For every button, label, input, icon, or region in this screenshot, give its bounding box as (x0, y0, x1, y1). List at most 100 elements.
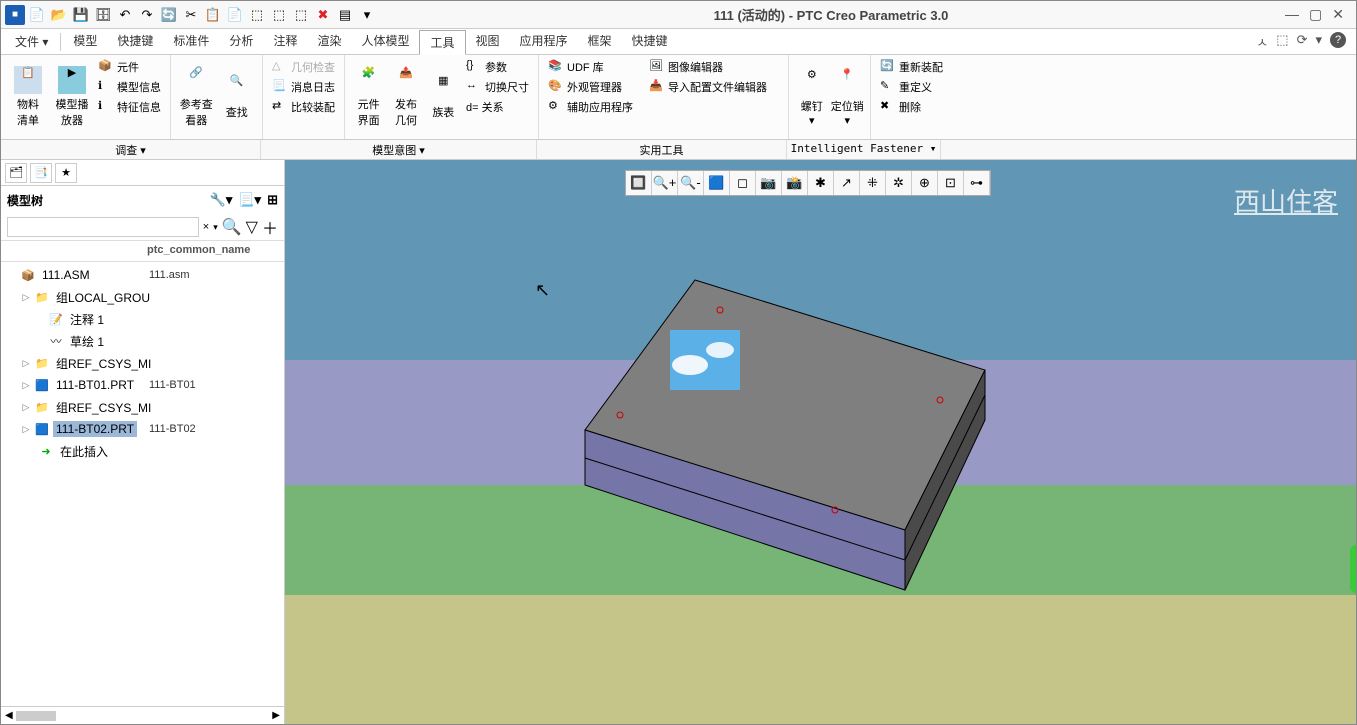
model-info-button[interactable]: ℹ模型信息 (95, 78, 164, 96)
cut-icon[interactable]: ✂ (181, 5, 201, 25)
relations-button[interactable]: d= 关系 (463, 98, 532, 116)
add-icon[interactable]: ＋ (262, 215, 278, 239)
tree-search-input[interactable] (7, 217, 199, 237)
help-icon[interactable]: ? (1330, 32, 1346, 48)
copy-icon[interactable]: 📋 (203, 5, 223, 25)
screw-button[interactable]: ⚙螺钉▾ (795, 58, 829, 136)
switch-size-button[interactable]: ↔切换尺寸 (463, 78, 532, 96)
find-button[interactable]: 🔍查找 (218, 58, 257, 136)
spin-center-icon[interactable]: ⊡ (938, 171, 964, 195)
annotation-icon[interactable]: ⊕ (912, 171, 938, 195)
tab-标准件[interactable]: 标准件 (163, 29, 219, 54)
layer-tab[interactable]: 📑 (30, 163, 52, 183)
fav-tab[interactable]: ★ (55, 163, 77, 183)
saved-views-icon[interactable]: 📷 (756, 171, 782, 195)
datum-axis-icon[interactable]: ↗ (834, 171, 860, 195)
feature-info-button[interactable]: ℹ特征信息 (95, 98, 164, 116)
ref-viewer-button[interactable]: 🔗参考查 看器 (177, 58, 216, 136)
publish-geom-button[interactable]: 📤发布 几何 (388, 58, 423, 136)
zoom-in-icon[interactable]: 🔍+ (652, 171, 678, 195)
tree-node[interactable]: ▷📁组REF_CSYS_MI (1, 396, 284, 418)
tab-快捷键[interactable]: 快捷键 (107, 29, 163, 54)
scroll-right-icon[interactable]: ▶ (272, 710, 280, 721)
import-config-button[interactable]: 📥导入配置文件编辑器 (646, 78, 770, 96)
minimize-icon[interactable]: — (1285, 6, 1299, 23)
tree-node[interactable]: ▷🟦111-BT01.PRT111-BT01 (1, 374, 284, 396)
tree-node[interactable]: ▷🟦111-BT02.PRT111-BT02 (1, 418, 284, 440)
tab-人体模型[interactable]: 人体模型 (351, 29, 419, 54)
new-icon[interactable]: 📄 (27, 5, 47, 25)
tree-columns-icon[interactable]: ⊞ (267, 192, 278, 208)
dropdown-icon[interactable]: ▾ (213, 222, 218, 233)
pin-button[interactable]: 📍定位销▾ (831, 58, 865, 136)
tree-node[interactable]: ▷📁组LOCAL_GROU (1, 286, 284, 308)
datum-plane-icon[interactable]: ✱ (808, 171, 834, 195)
dropdown-icon[interactable]: ▾ (357, 5, 377, 25)
ribbon-group-label[interactable]: Intelligent Fastener ▾ (787, 140, 941, 159)
zoom-fit-icon[interactable]: 🔲 (626, 171, 652, 195)
view-mgr-icon[interactable]: 📸 (782, 171, 808, 195)
tab-分析[interactable]: 分析 (219, 29, 263, 54)
ribbon-group-label[interactable]: 实用工具 (537, 140, 787, 159)
open-icon[interactable]: 📂 (49, 5, 69, 25)
collapse-ribbon-icon[interactable]: ㅅ (1256, 32, 1268, 51)
save-all-icon[interactable]: 🗄 (93, 5, 113, 25)
appearance-mgr-button[interactable]: 🎨外观管理器 (545, 78, 636, 96)
tab-工具[interactable]: 工具 (419, 30, 465, 55)
close-icon[interactable]: ✕ (1332, 6, 1344, 23)
insert-here[interactable]: ➜在此插入 (1, 440, 284, 462)
tab-框架[interactable]: 框架 (578, 29, 622, 54)
toolbar-icon[interactable]: ⬚ (247, 5, 267, 25)
csys-icon[interactable]: ✲ (886, 171, 912, 195)
geom-check-button[interactable]: △几何检查 (269, 58, 338, 76)
tab-快捷键[interactable]: 快捷键 (622, 29, 678, 54)
filter-icon[interactable]: ▽ (246, 217, 258, 237)
side-handle[interactable] (1350, 545, 1356, 593)
redefine-button[interactable]: ✎重定义 (877, 78, 955, 96)
component-button[interactable]: 📦元件 (95, 58, 164, 76)
repaint-icon[interactable]: 🟦 (704, 171, 730, 195)
options-icon[interactable]: ⬚ (1276, 32, 1288, 51)
refresh-icon[interactable]: ⟳ (1297, 32, 1308, 51)
tree-node[interactable]: 📦111.ASM111.asm (1, 264, 284, 286)
binoculars-icon[interactable]: 🔍 (222, 217, 242, 237)
undo-icon[interactable]: ↶ (115, 5, 135, 25)
params-button[interactable]: {}参数 (463, 58, 532, 76)
options-icon[interactable]: ⊶ (964, 171, 990, 195)
tab-视图[interactable]: 视图 (466, 29, 510, 54)
regen-icon[interactable]: 🔄 (159, 5, 179, 25)
3d-viewport[interactable]: 🔲 🔍+ 🔍- 🟦 ◻ 📷 📸 ✱ ↗ ⁜ ✲ ⊕ ⊡ ⊶ 西山住客 (285, 160, 1356, 724)
tab-应用程序[interactable]: 应用程序 (510, 29, 578, 54)
maximize-icon[interactable]: ▢ (1309, 6, 1322, 23)
clear-icon[interactable]: × (203, 221, 209, 233)
save-icon[interactable]: 💾 (71, 5, 91, 25)
tab-渲染[interactable]: 渲染 (307, 29, 351, 54)
tab-注释[interactable]: 注释 (263, 29, 307, 54)
ribbon-group-label[interactable]: 调查 ▾ (1, 140, 261, 159)
tree-node[interactable]: 〰草绘 1 (1, 330, 284, 352)
msg-log-button[interactable]: 📃消息日志 (269, 78, 338, 96)
tree-node[interactable]: ▷📁组REF_CSYS_MI (1, 352, 284, 374)
img-editor-button[interactable]: 🖼图像编辑器 (646, 58, 770, 76)
close-window-icon[interactable]: ✖ (313, 5, 333, 25)
dropdown-icon[interactable]: ▾ (1315, 32, 1322, 51)
file-menu[interactable]: 文件 ▾ (5, 30, 58, 53)
aux-app-button[interactable]: ⚙辅助应用程序 (545, 98, 636, 116)
tree-tab[interactable]: 🗂 (5, 163, 27, 183)
delete-button[interactable]: ✖删除 (877, 98, 955, 116)
redo-icon[interactable]: ↷ (137, 5, 157, 25)
udf-lib-button[interactable]: 📚UDF 库 (545, 58, 636, 76)
display-style-icon[interactable]: ◻ (730, 171, 756, 195)
tree-settings-icon[interactable]: 🔧▾ (210, 192, 233, 208)
compare-asm-button[interactable]: ⇄比较装配 (269, 98, 338, 116)
tree-node[interactable]: 📝注释 1 (1, 308, 284, 330)
paste-icon[interactable]: 📄 (225, 5, 245, 25)
bom-button[interactable]: 📋物料 清单 (7, 58, 49, 136)
family-table-button[interactable]: ▦族表 (426, 58, 461, 136)
reassemble-button[interactable]: 🔄重新装配 (877, 58, 955, 76)
comp-ui-button[interactable]: 🧩元件 界面 (351, 58, 386, 136)
zoom-out-icon[interactable]: 🔍- (678, 171, 704, 195)
toolbar-icon[interactable]: ⬚ (291, 5, 311, 25)
tab-模型[interactable]: 模型 (63, 29, 107, 54)
datum-point-icon[interactable]: ⁜ (860, 171, 886, 195)
